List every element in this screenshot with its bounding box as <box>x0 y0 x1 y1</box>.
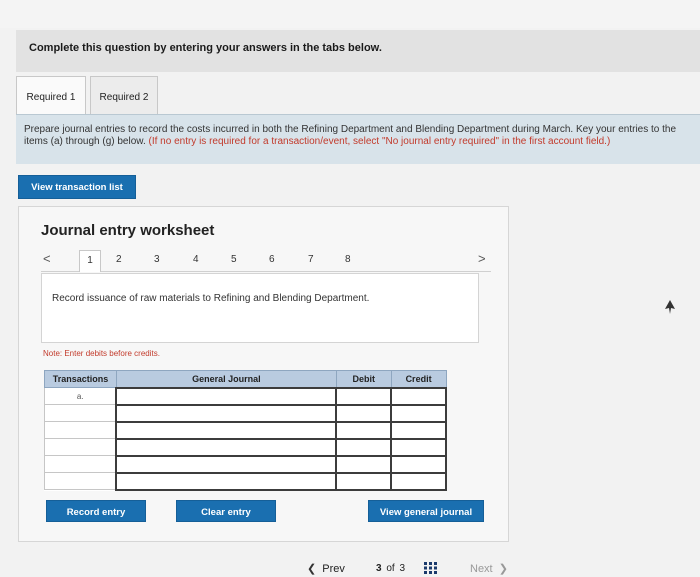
credit-input[interactable] <box>390 471 447 491</box>
table-row <box>44 403 447 423</box>
credit-input[interactable] <box>390 403 447 423</box>
chevron-right-icon: ❯ <box>498 563 508 575</box>
record-entry-button[interactable]: Record entry <box>46 500 146 522</box>
debit-input[interactable] <box>335 437 393 457</box>
table-row: a. <box>44 386 447 406</box>
table-row <box>44 454 447 474</box>
view-transaction-list-button[interactable]: View transaction list <box>18 175 136 199</box>
debit-input[interactable] <box>335 420 393 440</box>
account-input[interactable] <box>115 454 338 474</box>
debits-note: Note: Enter debits before credits. <box>43 349 160 358</box>
clear-entry-button[interactable]: Clear entry <box>176 500 276 522</box>
transaction-cell <box>44 421 117 439</box>
transaction-cell <box>44 438 117 456</box>
journal-entry-worksheet: Journal entry worksheet < 1 2 3 4 5 6 7 … <box>18 206 509 542</box>
tab-label: Required 1 <box>26 92 76 103</box>
entry-description-text: Record issuance of raw materials to Refi… <box>52 293 370 304</box>
worksheet-pager: < 1 2 3 4 5 6 7 8 > <box>41 250 491 272</box>
col-debit: Debit <box>335 370 392 388</box>
of-label: of <box>386 563 395 574</box>
debit-input[interactable] <box>335 386 393 406</box>
credit-input[interactable] <box>390 454 447 474</box>
page-tab-8[interactable]: 8 <box>345 254 351 265</box>
entry-description: Record issuance of raw materials to Refi… <box>41 273 479 343</box>
credit-input[interactable] <box>390 437 447 457</box>
page-tab-7[interactable]: 7 <box>308 254 314 265</box>
account-input[interactable] <box>115 403 338 423</box>
top-strip <box>0 0 700 28</box>
journal-table: Transactions General Journal Debit Credi… <box>44 370 447 491</box>
view-general-journal-button[interactable]: View general journal <box>368 500 484 522</box>
next-button[interactable]: Next ❯ <box>470 562 508 575</box>
tab-required-2[interactable]: Required 2 <box>90 76 158 114</box>
credit-input[interactable] <box>390 420 447 440</box>
transaction-cell: a. <box>44 387 117 405</box>
current-page: 3 <box>376 563 382 574</box>
account-input[interactable] <box>115 471 338 491</box>
question-footer: ❮ Prev 3 of 3 Next ❯ <box>0 556 700 577</box>
next-label: Next <box>470 563 493 575</box>
page-tab-5[interactable]: 5 <box>231 254 237 265</box>
total-pages: 3 <box>399 563 406 574</box>
col-credit: Credit <box>390 370 447 388</box>
page-tab-3[interactable]: 3 <box>154 254 160 265</box>
page-tab-2[interactable]: 2 <box>116 254 122 265</box>
worksheet-title: Journal entry worksheet <box>41 222 215 239</box>
table-row <box>44 437 447 457</box>
table-row <box>44 420 447 440</box>
question-header: Complete this question by entering your … <box>16 30 700 72</box>
tab-label: Required 2 <box>99 92 149 103</box>
transaction-cell <box>44 455 117 473</box>
grid-icon[interactable] <box>424 562 437 574</box>
transaction-cell <box>44 404 117 422</box>
chevron-right-icon[interactable]: > <box>478 251 486 266</box>
tab-required-1[interactable]: Required 1 <box>16 76 86 114</box>
prev-button[interactable]: ❮ Prev <box>307 562 345 575</box>
question-prompt: Complete this question by entering your … <box>29 42 382 54</box>
col-general-journal: General Journal <box>115 370 337 388</box>
transaction-cell <box>44 472 117 490</box>
debit-input[interactable] <box>335 454 393 474</box>
account-input[interactable] <box>115 420 338 440</box>
page-tab-4[interactable]: 4 <box>193 254 199 265</box>
col-transactions: Transactions <box>44 370 117 388</box>
cursor-icon <box>665 300 675 314</box>
account-input[interactable] <box>115 386 338 406</box>
debit-input[interactable] <box>335 471 393 491</box>
instructions-panel: Prepare journal entries to record the co… <box>16 114 700 164</box>
credit-input[interactable] <box>390 386 447 406</box>
chevron-left-icon[interactable]: < <box>43 251 51 266</box>
chevron-left-icon: ❮ <box>307 563 317 575</box>
table-row <box>44 471 447 491</box>
debit-input[interactable] <box>335 403 393 423</box>
prev-label: Prev <box>322 563 345 575</box>
instructions-note: (If no entry is required for a transacti… <box>148 136 611 147</box>
account-input[interactable] <box>115 437 338 457</box>
page-counter: 3 of 3 <box>376 563 405 574</box>
page-tab-1[interactable]: 1 <box>79 250 101 272</box>
page-tab-6[interactable]: 6 <box>269 254 275 265</box>
